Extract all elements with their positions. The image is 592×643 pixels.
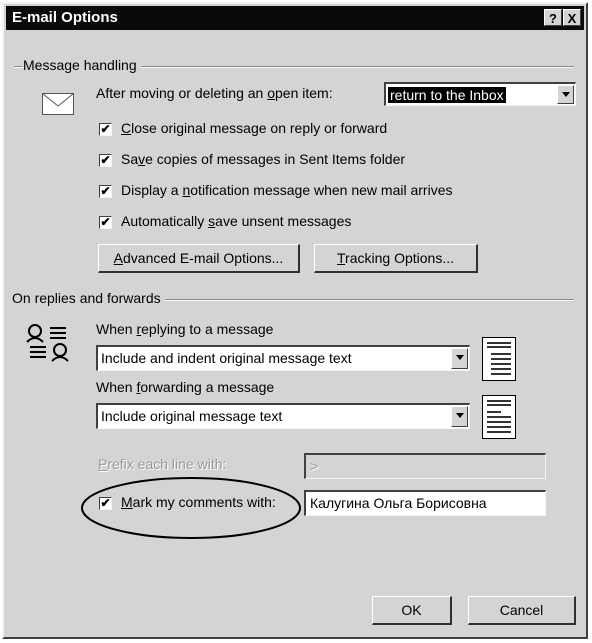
- prefix-field[interactable]: >: [304, 453, 546, 479]
- highlight-ellipse: [81, 477, 301, 539]
- reply-select[interactable]: Include and indent original message text: [96, 345, 470, 371]
- when-forwarding-label: When forwarding a message: [96, 379, 275, 395]
- save-copies-label: Save copies of messages in Sent Items fo…: [121, 151, 406, 167]
- notification-label: Display a notification message when new …: [121, 182, 453, 198]
- after-moving-select[interactable]: return to the Inbox: [384, 82, 576, 106]
- save-copies-checkbox[interactable]: ✔: [99, 154, 112, 167]
- chevron-down-icon[interactable]: [557, 85, 574, 104]
- notification-checkbox[interactable]: ✔: [99, 185, 112, 198]
- help-button[interactable]: ?: [544, 9, 562, 26]
- email-options-dialog: E-mail Options ? X Message handling Afte…: [2, 2, 588, 639]
- after-moving-label: After moving or deleting an open item:: [96, 85, 333, 101]
- close-original-label: Close original message on reply or forwa…: [121, 120, 388, 136]
- advanced-email-options-button[interactable]: Advanced E-mail Options...: [98, 244, 300, 273]
- reply-preview-icon: [482, 337, 516, 381]
- chevron-down-icon[interactable]: [451, 348, 468, 369]
- autosave-checkbox[interactable]: ✔: [99, 216, 112, 229]
- reply-value: Include and indent original message text: [101, 350, 352, 366]
- reply-people-icon: [26, 324, 69, 362]
- close-button[interactable]: X: [563, 9, 581, 26]
- forward-value: Include original message text: [101, 408, 283, 424]
- forward-preview-icon: [482, 395, 516, 439]
- message-handling-label: Message handling: [23, 57, 141, 73]
- mark-comments-field[interactable]: Калугина Ольга Борисовна: [304, 490, 546, 516]
- forward-select[interactable]: Include original message text: [96, 403, 470, 429]
- replies-label: On replies and forwards: [12, 290, 165, 306]
- tracking-options-button[interactable]: Tracking Options...: [314, 244, 478, 273]
- window-title: E-mail Options: [12, 9, 118, 26]
- envelope-icon: [42, 93, 74, 115]
- when-replying-label: When replying to a message: [96, 321, 274, 337]
- chevron-down-icon[interactable]: [451, 406, 468, 427]
- prefix-label: Prefix each line with:: [98, 456, 227, 472]
- title-bar: E-mail Options ? X: [6, 6, 584, 30]
- close-original-checkbox[interactable]: ✔: [99, 123, 112, 136]
- after-moving-value: return to the Inbox: [388, 87, 506, 103]
- ok-button[interactable]: OK: [372, 596, 452, 625]
- autosave-label: Automatically save unsent messages: [121, 213, 352, 229]
- cancel-button[interactable]: Cancel: [468, 596, 576, 625]
